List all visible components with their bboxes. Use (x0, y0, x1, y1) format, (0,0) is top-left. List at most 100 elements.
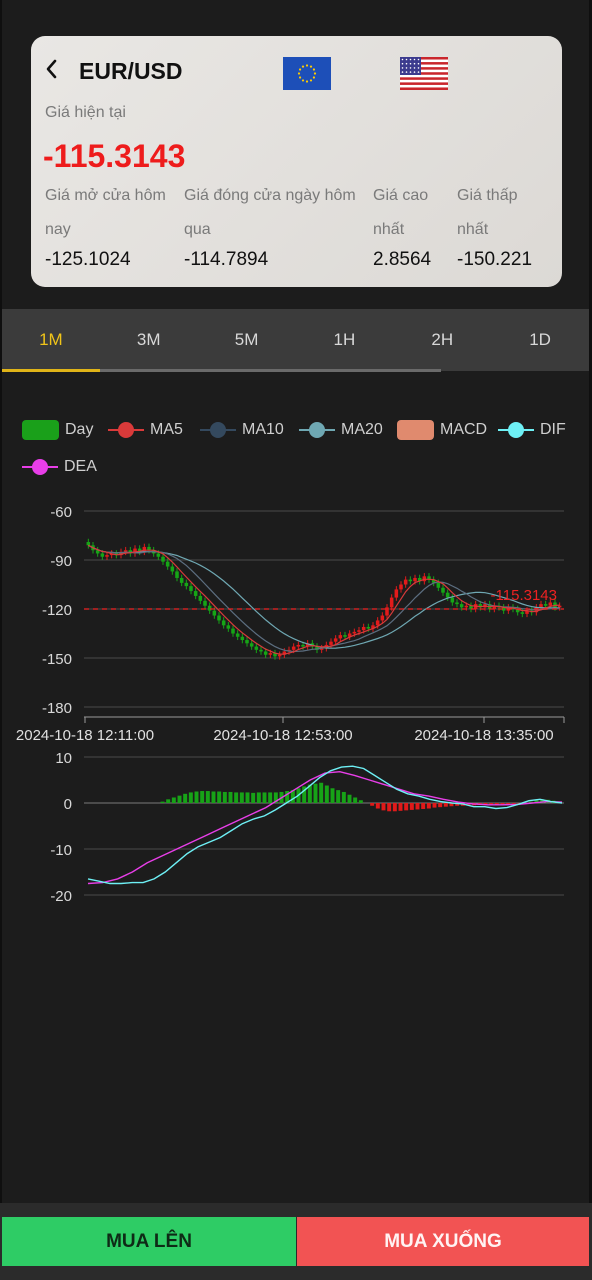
legend-item-ma20[interactable]: MA20 (299, 418, 383, 442)
price-y-tick: -120 (42, 602, 72, 619)
us-star (417, 71, 420, 73)
tab-5m[interactable]: 5M (198, 309, 296, 371)
us-star (401, 62, 404, 65)
candle (203, 600, 207, 606)
macd-bar (387, 803, 392, 812)
macd-bar (188, 792, 193, 803)
candle (245, 640, 249, 644)
macd-bar (381, 803, 386, 811)
candle (240, 636, 245, 641)
price-macd-chart[interactable]: -60 -90 -120 -150 -180 2024-10-18 12:11:00 202… (0, 490, 592, 910)
us-stripe (400, 74, 448, 78)
ma10-line (88, 544, 560, 653)
candle (459, 604, 464, 608)
price-x-tick: 2024-10-18 12:53:00 (213, 727, 352, 744)
macd-bar (341, 791, 346, 803)
macd-bar (166, 799, 171, 803)
tab-1h[interactable]: 1H (295, 309, 393, 371)
legend-swatch-macd (397, 420, 434, 440)
eu-star (312, 68, 316, 71)
macd-histogram (160, 782, 562, 812)
us-star (401, 58, 404, 61)
us-flag-icon (400, 57, 448, 90)
us-stripe (400, 77, 448, 81)
macd-y-tick: -10 (50, 842, 72, 859)
currency-pair-title: EUR/USD (79, 58, 183, 84)
candle (408, 579, 413, 582)
legend-item-dea[interactable]: DEA (22, 455, 97, 479)
us-star (417, 67, 420, 69)
us-star (413, 62, 416, 65)
tab-1m[interactable]: 1M (2, 309, 100, 371)
macd-bar (251, 792, 256, 803)
legend-label: MA5 (150, 421, 183, 438)
eu-star (301, 79, 305, 82)
stat-low: Giá thấp nhất -150.221 (457, 179, 547, 271)
active-tab-indicator (2, 369, 100, 372)
timeframe-tabs: 1M 3M 5M 1H 2H 1D (2, 309, 589, 371)
us-star (405, 67, 408, 69)
price-x-tick: 2024-10-18 12:11:00 (16, 727, 154, 744)
candle (249, 643, 254, 647)
us-star (417, 58, 420, 61)
eu-star (309, 79, 313, 82)
macd-bar (375, 803, 380, 809)
macd-bar (171, 797, 176, 803)
us-star (417, 62, 420, 65)
candle (455, 602, 459, 605)
legend-item-ma10[interactable]: MA10 (200, 418, 284, 442)
us-star (401, 71, 404, 73)
candle (464, 605, 469, 608)
candle (217, 615, 221, 621)
candle (221, 620, 226, 626)
candle (268, 653, 273, 655)
price-x-tick: 2024-10-18 13:35:00 (414, 727, 553, 744)
current-price-value: -115.3143 (43, 138, 186, 174)
candle (520, 612, 525, 614)
candle (123, 550, 128, 552)
tab-1d[interactable]: 1D (491, 309, 589, 371)
macd-bar (200, 791, 205, 803)
macd-bar (353, 797, 358, 803)
tab-3m[interactable]: 3M (100, 309, 198, 371)
legend-item-ma5[interactable]: MA5 (108, 418, 183, 442)
us-star (409, 67, 412, 69)
us-stripe (400, 82, 448, 86)
macd-bar (217, 791, 222, 803)
macd-bar (234, 792, 239, 803)
current-price-tag: -115.3143 (491, 587, 557, 604)
macd-bar (438, 803, 443, 808)
us-stripe (400, 87, 448, 90)
macd-bar (409, 803, 414, 810)
candle (161, 556, 165, 562)
macd-y-tick: 0 (64, 796, 72, 813)
candle (352, 631, 357, 634)
legend-item-macd[interactable]: MACD (397, 418, 487, 442)
buy-up-button[interactable]: MUA LÊN (2, 1217, 296, 1266)
price-y-tick: -90 (50, 553, 72, 570)
macd-bar (347, 794, 352, 803)
price-y-tick: -180 (42, 700, 72, 717)
candle (445, 592, 450, 598)
legend-item-dif[interactable]: DIF (498, 418, 566, 442)
us-star (409, 58, 412, 61)
candle (165, 561, 170, 567)
tab-2h[interactable]: 2H (393, 309, 491, 371)
legend-item-day[interactable]: Day (22, 418, 93, 442)
legend-swatch-ma10 (200, 420, 236, 440)
macd-bar (205, 791, 210, 803)
stat-label: Giá mở cửa hôm nay (45, 187, 166, 238)
candle (254, 646, 259, 650)
candle (231, 628, 235, 634)
eu-star (301, 65, 305, 68)
eu-star (297, 72, 301, 75)
stat-label: Giá thấp nhất (457, 187, 518, 238)
eu-star (298, 76, 302, 79)
stat-value: 2.8564 (373, 249, 432, 270)
current-price-label: Giá hiện tại (45, 104, 126, 121)
candle (198, 595, 203, 601)
buy-down-button[interactable]: MUA XUỐNG (297, 1217, 589, 1266)
back-arrow-icon[interactable] (43, 58, 61, 80)
candle (170, 566, 175, 572)
macd-bar (222, 791, 227, 803)
